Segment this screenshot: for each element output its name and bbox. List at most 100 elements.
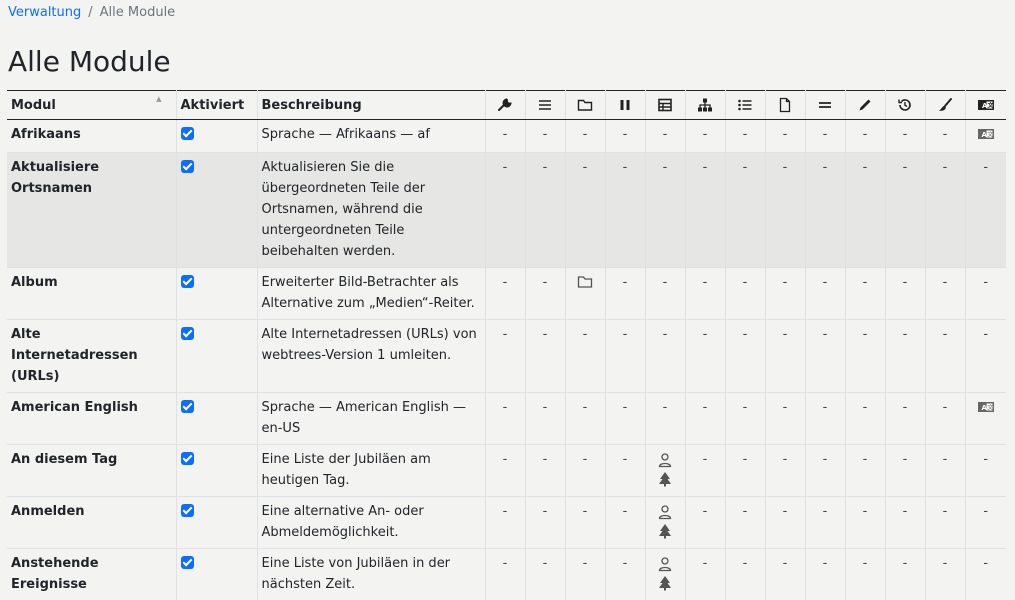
breadcrumb-link-verwaltung[interactable]: Verwaltung: [8, 5, 81, 20]
enabled-checkbox[interactable]: [181, 327, 194, 340]
brush-icon: [937, 97, 953, 113]
column-header-folder[interactable]: [565, 91, 605, 120]
enabled-checkbox[interactable]: [181, 452, 194, 465]
enabled-checkbox[interactable]: [181, 504, 194, 517]
enabled-cell: [176, 320, 257, 393]
empty-cell: -: [725, 497, 765, 549]
module-name[interactable]: Anmelden: [7, 497, 176, 549]
empty-cell: -: [765, 549, 805, 600]
empty-cell: -: [685, 268, 725, 320]
module-name[interactable]: Afrikaans: [7, 120, 176, 153]
column-header-pencil[interactable]: [845, 91, 885, 120]
empty-cell: -: [965, 320, 1006, 393]
dash: -: [943, 127, 948, 142]
dash: -: [663, 275, 668, 290]
empty-cell: -: [885, 268, 925, 320]
empty-cell: -: [805, 445, 845, 497]
column-header-document[interactable]: [765, 91, 805, 120]
dash: -: [583, 327, 588, 342]
column-header-modul[interactable]: Modul▲: [7, 91, 176, 120]
empty-cell: -: [485, 268, 525, 320]
empty-cell: -: [605, 320, 645, 393]
dash: -: [503, 160, 508, 175]
language-icon: A文: [977, 400, 995, 414]
module-name[interactable]: Anstehende Ereignisse: [7, 549, 176, 600]
enabled-checkbox[interactable]: [181, 556, 194, 569]
dash: -: [623, 275, 628, 290]
column-header-table[interactable]: [645, 91, 685, 120]
dash: -: [983, 452, 988, 467]
dash: -: [743, 504, 748, 519]
column-header-beschreibung[interactable]: Beschreibung: [257, 91, 485, 120]
person-icon: [658, 504, 672, 520]
module-name[interactable]: American English: [7, 393, 176, 445]
empty-cell: -: [885, 153, 925, 268]
dash: -: [623, 452, 628, 467]
empty-cell: -: [685, 320, 725, 393]
empty-cell: -: [725, 549, 765, 600]
empty-cell: -: [725, 268, 765, 320]
dash: -: [703, 160, 708, 175]
dash: -: [623, 127, 628, 142]
module-description: Aktualisieren Sie die übergeordneten Tei…: [257, 153, 485, 268]
column-header-language[interactable]: A文: [965, 91, 1006, 120]
empty-cell: -: [485, 153, 525, 268]
enabled-checkbox[interactable]: [181, 400, 194, 413]
empty-cell: -: [845, 320, 885, 393]
dash: -: [863, 452, 868, 467]
empty-cell: -: [845, 153, 885, 268]
module-name[interactable]: Album: [7, 268, 176, 320]
empty-cell: -: [685, 549, 725, 600]
empty-cell: -: [565, 120, 605, 153]
tree-icon: [658, 575, 672, 591]
empty-cell: -: [605, 549, 645, 600]
empty-cell: -: [645, 320, 685, 393]
column-header-menu[interactable]: [525, 91, 565, 120]
table-row: AfrikaansSprache — Afrikaans — af-------…: [7, 120, 1006, 153]
column-header-aktiviert[interactable]: Aktiviert: [176, 91, 257, 120]
empty-cell: -: [845, 549, 885, 600]
dash: -: [543, 400, 548, 415]
dash: -: [983, 275, 988, 290]
column-header-pause[interactable]: [605, 91, 645, 120]
column-header-wrench[interactable]: [485, 91, 525, 120]
column-header-list[interactable]: [725, 91, 765, 120]
folder-icon: [577, 97, 593, 113]
empty-cell: -: [485, 320, 525, 393]
column-header-tree[interactable]: [685, 91, 725, 120]
dash: -: [743, 327, 748, 342]
empty-cell: -: [885, 549, 925, 600]
column-header-brush[interactable]: [925, 91, 965, 120]
list-icon: [737, 97, 753, 113]
dash: -: [783, 556, 788, 571]
module-name[interactable]: Alte Internetadressen (URLs): [7, 320, 176, 393]
dash: -: [783, 504, 788, 519]
module-name[interactable]: Aktualisiere Ortsnamen: [7, 153, 176, 268]
dash: -: [663, 327, 668, 342]
module-description: Sprache — Afrikaans — af: [257, 120, 485, 153]
empty-cell: -: [565, 153, 605, 268]
enabled-checkbox[interactable]: [181, 127, 194, 140]
dash: -: [503, 127, 508, 142]
empty-cell: -: [525, 497, 565, 549]
enabled-checkbox[interactable]: [181, 275, 194, 288]
dash: -: [663, 160, 668, 175]
dash: -: [783, 400, 788, 415]
empty-cell: -: [765, 497, 805, 549]
svg-text:文: 文: [987, 404, 993, 412]
page-title: Alle Module: [8, 42, 171, 82]
dash: -: [543, 556, 548, 571]
column-header-equals[interactable]: [805, 91, 845, 120]
empty-cell: -: [725, 120, 765, 153]
dash: -: [663, 400, 668, 415]
empty-cell: -: [605, 153, 645, 268]
dash: -: [503, 400, 508, 415]
sort-ascending-icon: ▲: [156, 95, 161, 103]
module-name[interactable]: An diesem Tag: [7, 445, 176, 497]
enabled-checkbox[interactable]: [181, 160, 194, 173]
empty-cell: -: [605, 445, 645, 497]
column-header-history[interactable]: [885, 91, 925, 120]
dash: -: [863, 327, 868, 342]
dash: -: [543, 504, 548, 519]
enabled-cell: [176, 445, 257, 497]
